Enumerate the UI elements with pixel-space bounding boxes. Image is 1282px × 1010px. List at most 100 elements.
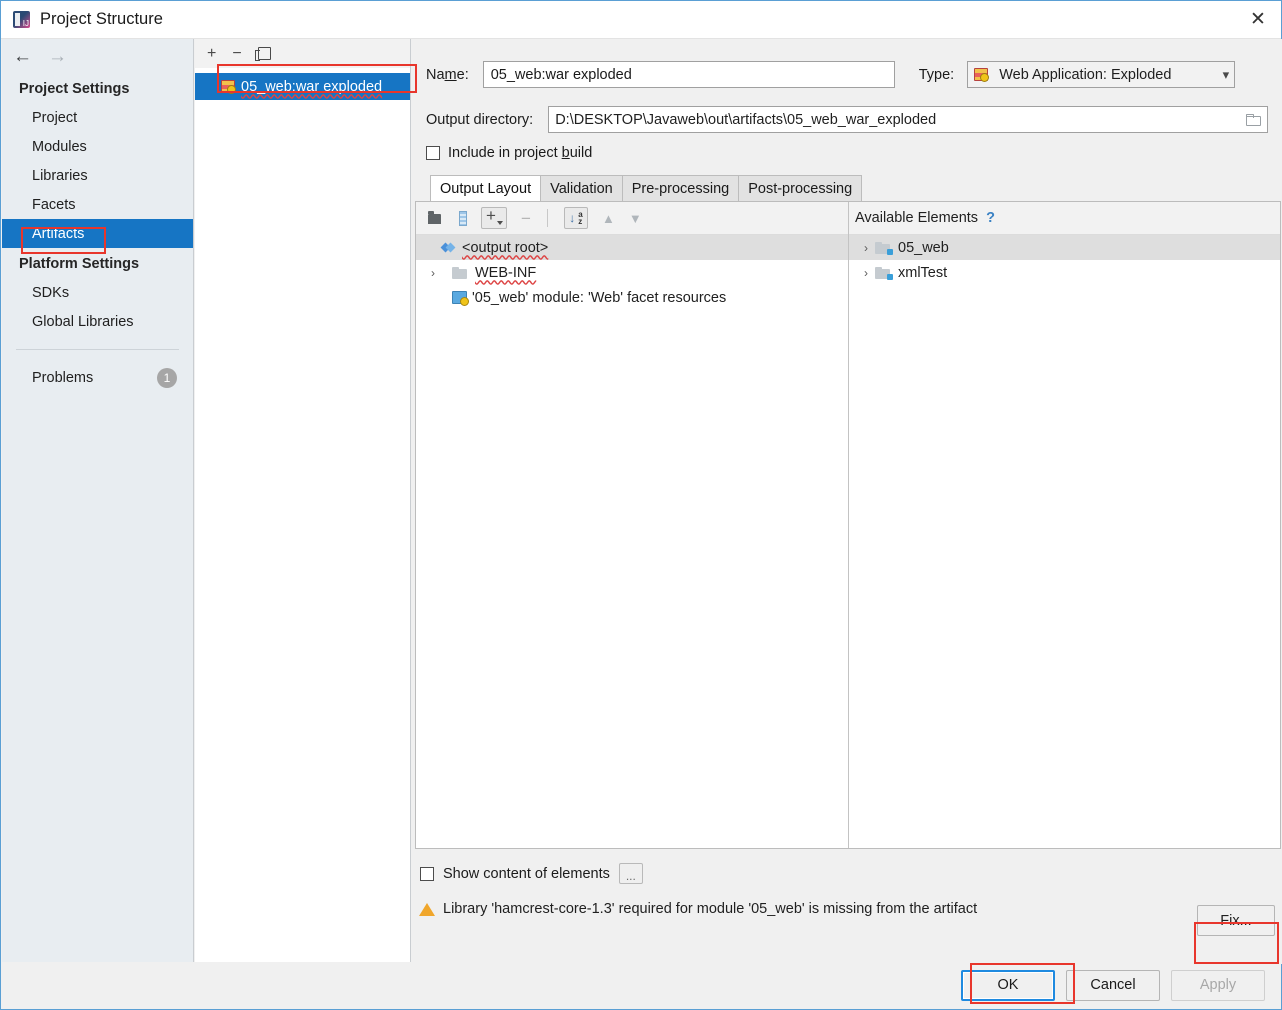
apply-button[interactable]: Apply: [1171, 969, 1265, 1001]
move-up-icon[interactable]: ▲: [602, 211, 615, 226]
sidebar-item-global-libraries[interactable]: Global Libraries: [2, 307, 193, 336]
remove-icon[interactable]: −: [521, 210, 531, 227]
sort-az-icon[interactable]: ↓ az: [563, 207, 588, 229]
output-directory-input[interactable]: D:\DESKTOP\Javaweb\out\artifacts\05_web_…: [548, 106, 1268, 133]
problems-count-badge: 1: [157, 368, 177, 388]
include-in-build-label: Include in project build: [448, 145, 593, 161]
available-elements-title: Available Elements: [855, 210, 979, 226]
sidebar-item-project[interactable]: Project: [2, 103, 193, 132]
add-artifact-icon[interactable]: +: [207, 45, 216, 62]
back-arrow-icon[interactable]: ←: [13, 47, 32, 66]
tab-output-layout[interactable]: Output Layout: [430, 175, 542, 201]
add-dropdown-icon[interactable]: [481, 206, 507, 229]
dialog-footer: OK Cancel Apply: [2, 962, 1281, 1008]
web-application-icon: [974, 68, 990, 82]
output-directory-value: D:\DESKTOP\Javaweb\out\artifacts\05_web_…: [555, 111, 937, 128]
artifact-tabs: Output Layout Validation Pre-processing …: [430, 175, 1282, 201]
tree-item-label: WEB-INF: [475, 264, 537, 281]
tree-item-web-inf[interactable]: › WEB-INF: [416, 260, 848, 285]
name-label: Name:: [426, 66, 469, 83]
list-item[interactable]: 05_web:war exploded: [195, 73, 410, 100]
output-root-icon: [442, 241, 455, 254]
include-in-build-checkbox[interactable]: [426, 146, 440, 160]
output-directory-label: Output directory:: [426, 111, 534, 128]
artifact-war-icon: [221, 80, 236, 94]
artifact-details-panel: Name: 05_web:war exploded Type: Web Appl…: [412, 39, 1282, 964]
sidebar-item-libraries[interactable]: Libraries: [2, 161, 193, 190]
add-library-icon[interactable]: [459, 210, 467, 226]
available-elements-panel: Available Elements ? › 05_web › xmlTest: [849, 202, 1280, 848]
group-title-platform-settings: Platform Settings: [19, 256, 140, 272]
title-bar: Project Structure ✕: [1, 1, 1281, 39]
copy-artifact-icon[interactable]: [254, 47, 271, 61]
sidebar-item-modules[interactable]: Modules: [2, 132, 193, 161]
show-content-options-button[interactable]: ...: [618, 863, 643, 884]
tree-item-label: '05_web' module: 'Web' facet resources: [472, 289, 727, 306]
settings-sidebar: ← → Project Settings Project Modules Lib…: [2, 39, 194, 1001]
module-facet-icon: [452, 291, 469, 306]
module-folder-icon: [875, 241, 893, 255]
tree-twisty[interactable]: ›: [424, 266, 442, 280]
show-content-checkbox[interactable]: [420, 866, 434, 881]
warning-row: Library 'hamcrest-core-1.3' required for…: [412, 884, 1282, 917]
fix-button[interactable]: Fix...: [1197, 905, 1275, 936]
show-content-label: Show content of elements: [443, 865, 610, 882]
tree-item-label: <output root>: [462, 239, 549, 256]
warning-message: Library 'hamcrest-core-1.3' required for…: [443, 901, 978, 917]
module-folder-icon: [875, 266, 893, 280]
project-structure-dialog: Project Structure ✕ ← → Project Settings…: [0, 0, 1282, 1010]
folder-browse-icon[interactable]: [1246, 113, 1261, 126]
toolbar-divider: [546, 209, 548, 227]
tree-twisty[interactable]: ›: [857, 266, 875, 280]
sort-arrow-icon: ↓: [569, 211, 576, 225]
folder-icon: [452, 266, 468, 279]
tab-validation[interactable]: Validation: [540, 175, 623, 201]
list-item[interactable]: › 05_web: [849, 235, 1280, 260]
layout-toolbar: − ↓ az ▲ ▼: [416, 202, 848, 235]
move-down-icon[interactable]: ▼: [629, 211, 642, 226]
sidebar-item-sdks[interactable]: SDKs: [2, 278, 193, 307]
name-type-row: Name: 05_web:war exploded Type: Web Appl…: [412, 39, 1282, 88]
add-directory-icon[interactable]: [428, 211, 445, 225]
available-elements-tree: › 05_web › xmlTest: [849, 235, 1280, 848]
forward-arrow-icon[interactable]: →: [48, 47, 67, 66]
chevron-down-icon: ▾: [1222, 66, 1230, 82]
sort-az-letters: az: [578, 210, 583, 226]
artifact-toolbar: + −: [195, 39, 410, 68]
warning-triangle-icon: [419, 902, 435, 916]
group-title-project-settings: Project Settings: [19, 81, 130, 97]
artifact-name-label: 05_web:war exploded: [241, 78, 383, 95]
tab-pre-processing[interactable]: Pre-processing: [621, 175, 740, 201]
sidebar-divider: [16, 349, 179, 350]
type-dropdown[interactable]: Web Application: Exploded ▾: [967, 61, 1236, 88]
problems-label: Problems: [32, 370, 94, 386]
remove-artifact-icon[interactable]: −: [232, 45, 241, 62]
name-input[interactable]: 05_web:war exploded: [482, 61, 895, 88]
output-layout-left: − ↓ az ▲ ▼ <output root>: [416, 202, 849, 848]
sidebar-item-facets[interactable]: Facets: [2, 190, 193, 219]
nav-arrow-bar: ← →: [2, 39, 193, 73]
close-icon[interactable]: ✕: [1235, 1, 1281, 38]
output-directory-row: Output directory: D:\DESKTOP\Javaweb\out…: [412, 88, 1282, 133]
tree-item-output-root[interactable]: <output root>: [416, 235, 848, 260]
tree-twisty[interactable]: ›: [857, 241, 875, 255]
include-in-build-row: Include in project build: [412, 133, 1282, 161]
intellij-idea-icon: [13, 11, 30, 28]
available-element-label: 05_web: [898, 239, 949, 256]
output-layout-tree: <output root> › WEB-INF '05_web' module:…: [416, 235, 848, 848]
help-question-icon[interactable]: ?: [986, 210, 995, 226]
sidebar-item-problems[interactable]: Problems 1: [2, 363, 193, 393]
page-title: Project Structure: [40, 10, 163, 28]
cancel-button[interactable]: Cancel: [1066, 969, 1160, 1001]
sidebar-item-artifacts[interactable]: Artifacts: [2, 219, 193, 248]
list-item[interactable]: › xmlTest: [849, 260, 1280, 285]
output-layout-panel: − ↓ az ▲ ▼ <output root>: [415, 201, 1281, 849]
tree-item-module-facet[interactable]: '05_web' module: 'Web' facet resources: [416, 285, 848, 310]
tab-post-processing[interactable]: Post-processing: [738, 175, 863, 201]
show-content-row: Show content of elements ...: [412, 849, 1282, 884]
ok-button[interactable]: OK: [961, 969, 1055, 1001]
type-value-label: Web Application: Exploded: [999, 66, 1172, 83]
artifact-list-panel: + − 05_web:war exploded: [195, 39, 411, 964]
type-label: Type:: [918, 66, 955, 83]
available-elements-header: Available Elements ?: [849, 202, 1280, 235]
